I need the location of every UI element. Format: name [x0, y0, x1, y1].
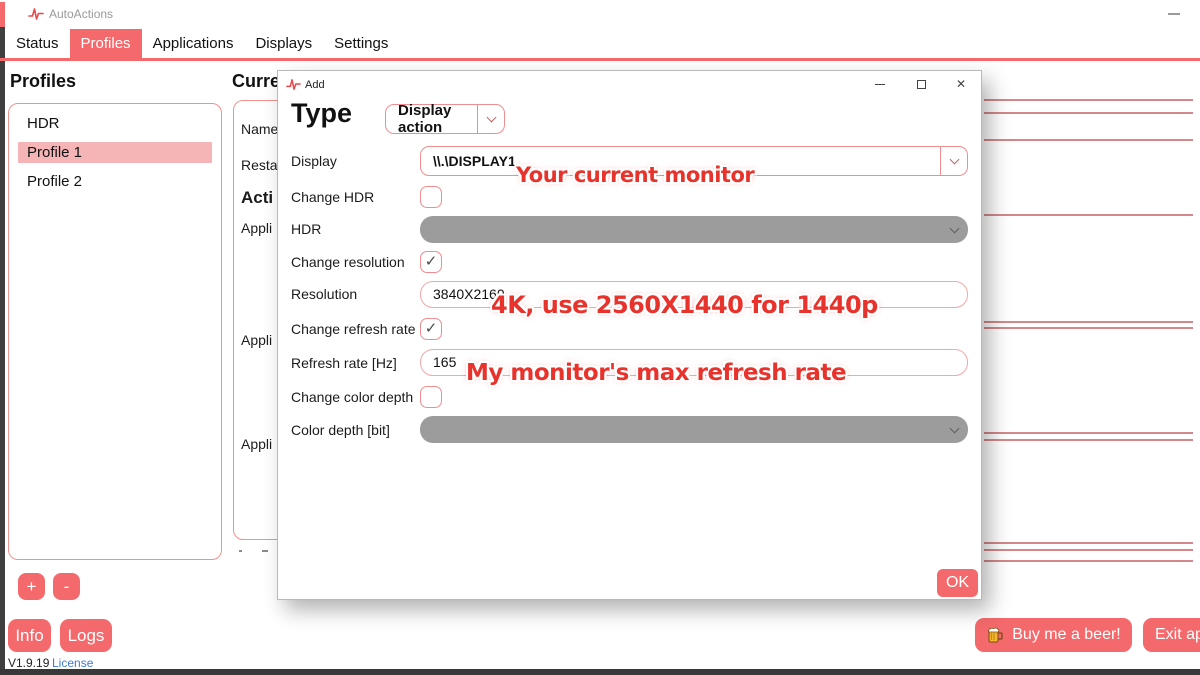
- field-edge-line: [984, 560, 1193, 562]
- dialog-close-button[interactable]: ✕: [948, 71, 974, 97]
- field-edge-line: [984, 139, 1193, 141]
- type-heading: Type: [291, 98, 352, 129]
- action-type-value: Display action: [386, 102, 477, 136]
- tab-profiles[interactable]: Profiles: [70, 29, 142, 58]
- tab-displays[interactable]: Displays: [244, 29, 323, 58]
- window-minimize-button[interactable]: [1168, 13, 1180, 15]
- field-edge-line: [984, 439, 1193, 441]
- remove-profile-button[interactable]: -: [53, 573, 80, 600]
- profile-item-profile2[interactable]: Profile 2: [18, 171, 212, 192]
- current-profile-heading: Curre: [232, 71, 280, 92]
- annotation-4k-resolution: 4K, use 2560X1440 for 1440p: [491, 291, 878, 319]
- beer-icon: [986, 626, 1004, 644]
- change-refresh-rate-label: Change refresh rate: [291, 320, 416, 338]
- hidden-application-label: Appli: [241, 436, 272, 452]
- add-dialog-titlebar: Add ✕: [278, 71, 981, 99]
- chevron-down-icon: [950, 423, 960, 433]
- chevron-down-icon: [950, 223, 960, 233]
- dialog-minimize-button[interactable]: [867, 71, 893, 97]
- main-tabbar: Status Profiles Applications Displays Se…: [5, 29, 399, 58]
- annotation-current-monitor: Your current monitor: [516, 163, 754, 187]
- chevron-down-icon: [949, 155, 959, 165]
- ok-button[interactable]: OK: [937, 569, 978, 597]
- hidden-buttons-hint: [239, 550, 242, 552]
- window-bottom-edge: [0, 669, 1200, 675]
- main-titlebar: AutoActions: [5, 0, 1200, 28]
- buy-me-a-beer-label: Buy me a beer!: [1012, 626, 1121, 644]
- chevron-down-icon: [486, 113, 496, 123]
- hidden-name-label: Name: [241, 121, 278, 137]
- app-title: AutoActions: [49, 7, 113, 21]
- field-edge-line: [984, 112, 1193, 114]
- info-button[interactable]: Info: [8, 619, 51, 652]
- field-edge-line: [984, 549, 1193, 551]
- dialog-maximize-button[interactable]: [908, 71, 934, 97]
- color-depth-select-disabled: [420, 416, 968, 443]
- add-dialog-logo-icon: [286, 77, 301, 92]
- field-edge-line: [984, 99, 1193, 101]
- window-left-edge: [0, 27, 5, 675]
- version-label: V1.9.19: [8, 656, 49, 670]
- license-link[interactable]: License: [52, 656, 93, 670]
- color-depth-label: Color depth [bit]: [291, 421, 390, 439]
- resolution-label: Resolution: [291, 285, 357, 303]
- field-edge-line: [984, 327, 1193, 329]
- hdr-select-disabled: [420, 216, 968, 243]
- tabbar-accent-divider: [0, 58, 1200, 61]
- hidden-buttons-hint: [262, 550, 268, 552]
- display-label: Display: [291, 152, 337, 170]
- profiles-heading: Profiles: [10, 71, 76, 92]
- change-hdr-checkbox[interactable]: [420, 186, 442, 208]
- change-hdr-label: Change HDR: [291, 188, 374, 206]
- refresh-rate-label: Refresh rate [Hz]: [291, 354, 397, 372]
- autoactions-logo-icon: [28, 6, 44, 22]
- tab-settings[interactable]: Settings: [323, 29, 399, 58]
- tab-applications[interactable]: Applications: [142, 29, 245, 58]
- field-edge-line: [984, 214, 1193, 216]
- change-resolution-checkbox[interactable]: ✓: [420, 251, 442, 273]
- add-dialog-title: Add: [305, 79, 325, 91]
- hidden-application-label: Appli: [241, 332, 272, 348]
- hidden-actions-label: Acti: [241, 188, 273, 208]
- exit-app-button[interactable]: Exit ap: [1143, 618, 1200, 652]
- hidden-application-label: Appli: [241, 220, 272, 236]
- action-type-select[interactable]: Display action: [385, 104, 505, 134]
- annotation-max-refresh-rate: My monitor's max refresh rate: [466, 360, 846, 386]
- field-edge-line: [984, 321, 1193, 323]
- close-icon: ✕: [956, 78, 966, 90]
- change-color-depth-label: Change color depth: [291, 388, 413, 406]
- buy-me-a-beer-button[interactable]: Buy me a beer!: [975, 618, 1132, 652]
- profile-item-profile1[interactable]: Profile 1: [18, 142, 212, 163]
- logs-button[interactable]: Logs: [60, 619, 112, 652]
- field-edge-line: [984, 542, 1193, 544]
- add-dialog: Add ✕ Type Display action Display \\.\DI…: [277, 70, 982, 600]
- check-icon: ✓: [425, 254, 438, 269]
- change-resolution-label: Change resolution: [291, 253, 405, 271]
- profile-item-hdr[interactable]: HDR: [18, 113, 212, 134]
- field-edge-line: [984, 432, 1193, 434]
- hdr-label: HDR: [291, 220, 321, 238]
- change-refresh-rate-checkbox[interactable]: ✓: [420, 318, 442, 340]
- profiles-list[interactable]: HDR Profile 1 Profile 2: [8, 103, 222, 560]
- change-color-depth-checkbox[interactable]: [420, 386, 442, 408]
- hidden-restart-label: Resta: [241, 157, 278, 173]
- add-profile-button[interactable]: +: [18, 573, 45, 600]
- tab-status[interactable]: Status: [5, 29, 70, 58]
- app-window: AutoActions Status Profiles Applications…: [0, 0, 1200, 675]
- check-icon: ✓: [425, 321, 438, 336]
